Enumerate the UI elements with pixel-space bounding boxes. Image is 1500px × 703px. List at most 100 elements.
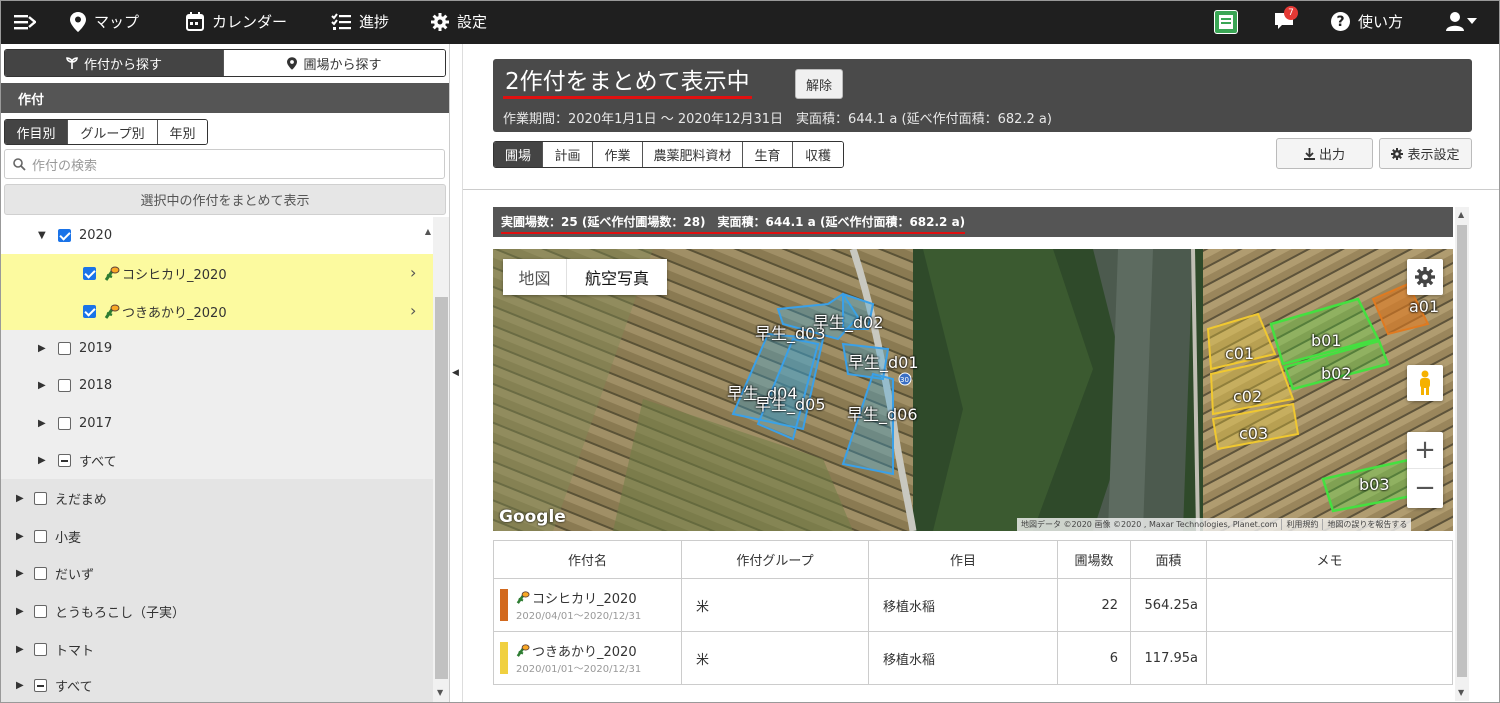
collapsed-triangle-icon[interactable]: ▶ <box>38 380 52 391</box>
download-icon <box>1303 147 1315 160</box>
category-all[interactable]: ▶ すべて <box>0 668 433 703</box>
category-soybean[interactable]: ▶ だいず <box>0 555 433 592</box>
scroll-down-arrow[interactable]: ▼ <box>1458 688 1464 697</box>
year-checkbox[interactable] <box>58 379 71 392</box>
chevron-right-icon[interactable]: › <box>410 263 416 282</box>
search-mode-toggle: 作付から探す 圃場から探す <box>4 49 446 77</box>
left-scrollbar-thumb[interactable] <box>435 297 448 679</box>
column-header: メモ <box>1206 540 1453 579</box>
memo-cell[interactable] <box>1206 631 1453 685</box>
right-scrollbar-thumb[interactable] <box>1457 225 1467 677</box>
scroll-up-arrow[interactable]: ▲ <box>1458 210 1464 219</box>
tree-year-2019[interactable]: ▶ 2019 <box>0 330 433 367</box>
display-settings-button[interactable]: 表示設定 <box>1379 138 1472 169</box>
map-type-satellite[interactable]: 航空写真 <box>567 259 667 295</box>
table-row[interactable]: つきあかり_2020 2020/01/01～2020/12/31 米 移植水稲 … <box>493 631 1453 685</box>
combined-view-header: 2作付をまとめて表示中 解除 作業期間：2020年1月1日 ～ 2020年12月… <box>493 59 1472 132</box>
collapsed-triangle-icon[interactable]: ▶ <box>38 455 52 466</box>
crop-search-field[interactable]: 作付の検索 <box>4 149 445 179</box>
column-header: 作目 <box>868 540 1058 579</box>
tree-year-2017[interactable]: ▶ 2017 <box>0 405 433 442</box>
field-label: c03 <box>1239 424 1269 443</box>
notification-button[interactable]: 7 <box>1274 6 1298 34</box>
category-checkbox[interactable] <box>34 529 47 543</box>
category-wheat[interactable]: ▶ 小麦 <box>0 517 433 555</box>
tab-field[interactable]: 圃場 <box>494 142 543 167</box>
menu-toggle-icon[interactable] <box>14 12 37 36</box>
nav-settings[interactable]: 設定 <box>431 11 487 32</box>
category-checkbox[interactable] <box>34 567 47 580</box>
tree-year-all[interactable]: ▶ すべて <box>0 442 433 479</box>
street-view-pegman[interactable] <box>1407 365 1443 401</box>
user-menu[interactable] <box>1446 11 1477 31</box>
scroll-down-arrow[interactable]: ▼ <box>437 688 443 697</box>
collapsed-triangle-icon[interactable]: ▶ <box>16 680 30 691</box>
crop-item[interactable]: コシヒカリ_2020 › <box>0 254 433 292</box>
tab-work[interactable]: 作業 <box>593 142 643 167</box>
panel-splitter[interactable]: ◀ <box>450 44 463 703</box>
terms-link[interactable]: 利用規約 <box>1281 519 1322 530</box>
nav-progress[interactable]: 進捗 <box>331 11 389 32</box>
crop-color-swatch <box>500 642 508 674</box>
map-type-map[interactable]: 地図 <box>503 259 567 295</box>
zoom-out-button[interactable]: − <box>1407 469 1443 507</box>
filter-tab-by-crop-type[interactable]: 作目別 <box>5 120 68 144</box>
tab-pesticide-fertilizer[interactable]: 農薬肥料資材 <box>643 142 743 167</box>
field-book-icon[interactable] <box>1214 10 1238 34</box>
collapsed-triangle-icon[interactable]: ▶ <box>16 606 30 617</box>
year-checkbox[interactable] <box>58 417 71 430</box>
collapse-left-icon[interactable]: ◀ <box>452 368 459 378</box>
category-edamame[interactable]: ▶ えだまめ <box>0 479 433 517</box>
category-checkbox[interactable] <box>34 642 47 656</box>
filter-tab-by-year[interactable]: 年別 <box>158 120 207 144</box>
filter-tab-by-group[interactable]: グループ別 <box>68 120 158 144</box>
collapsed-triangle-icon[interactable]: ▶ <box>16 531 30 542</box>
period-text: 作業期間：2020年1月1日 ～ 2020年12月31日 実面積：644.1 a… <box>503 112 1052 127</box>
release-button[interactable]: 解除 <box>795 69 843 99</box>
report-error-link[interactable]: 地図の誤りを報告する <box>1322 519 1411 530</box>
search-icon <box>13 157 26 171</box>
tree-year-2020[interactable]: ▼ 2020 ▲ <box>0 217 433 254</box>
collapsed-triangle-icon[interactable]: ▶ <box>38 343 52 354</box>
tree-year-2018[interactable]: ▶ 2018 <box>0 367 433 404</box>
export-button[interactable]: 出力 <box>1276 138 1373 169</box>
tab-growth[interactable]: 生育 <box>743 142 793 167</box>
year-checkbox[interactable] <box>58 342 71 355</box>
collapsed-triangle-icon[interactable]: ▶ <box>16 644 30 655</box>
left-scrollbar[interactable]: ▼ <box>433 217 449 703</box>
crop-dates: 2020/01/01～2020/12/31 <box>516 664 642 675</box>
crop-item[interactable]: つきあかり_2020 › <box>0 292 433 330</box>
crop-checkbox[interactable] <box>83 266 96 280</box>
expanded-triangle-icon[interactable]: ▼ <box>38 230 52 241</box>
all-categories-checkbox[interactable] <box>34 679 47 692</box>
category-checkbox[interactable] <box>34 491 47 505</box>
crop-name-cell[interactable]: つきあかり_2020 2020/01/01～2020/12/31 <box>493 631 682 685</box>
nav-map[interactable]: マップ <box>70 11 139 32</box>
map-settings-button[interactable] <box>1407 259 1443 295</box>
tab-search-by-field[interactable]: 圃場から探す <box>224 50 445 76</box>
collapsed-triangle-icon[interactable]: ▶ <box>16 493 30 504</box>
nav-calendar[interactable]: カレンダー <box>186 11 287 32</box>
table-row[interactable]: コシヒカリ_2020 2020/04/01～2020/12/31 米 移植水稲 … <box>493 578 1453 632</box>
combine-selected-button[interactable]: 選択中の作付をまとめて表示 <box>4 184 446 215</box>
zoom-in-button[interactable]: + <box>1407 432 1443 469</box>
crop-checkbox[interactable] <box>83 304 96 318</box>
collapsed-triangle-icon[interactable]: ▶ <box>16 568 30 579</box>
category-checkbox[interactable] <box>34 604 47 618</box>
year-2020-checkbox[interactable] <box>58 229 71 242</box>
all-years-checkbox[interactable] <box>58 454 71 467</box>
tab-search-by-crop[interactable]: 作付から探す <box>5 50 224 76</box>
nav-help[interactable]: ? 使い方 <box>1331 11 1403 32</box>
category-corn[interactable]: ▶ とうもろこし（子実） <box>0 592 433 630</box>
crop-name-cell[interactable]: コシヒカリ_2020 2020/04/01～2020/12/31 <box>493 578 682 632</box>
field-map[interactable]: 早生_d03 早生_d02 早生_d01 早生_d04 早生_d05 早生_d0… <box>493 249 1453 531</box>
collapsed-triangle-icon[interactable]: ▶ <box>38 418 52 429</box>
memo-cell[interactable] <box>1206 578 1453 632</box>
category-tomato[interactable]: ▶ トマト <box>0 630 433 668</box>
tab-plan[interactable]: 計画 <box>543 142 593 167</box>
scroll-up-arrow[interactable]: ▲ <box>425 227 431 236</box>
right-scrollbar[interactable]: ▲ ▼ <box>1455 207 1469 701</box>
column-header: 圃場数 <box>1057 540 1131 579</box>
tab-harvest[interactable]: 収穫 <box>793 142 843 167</box>
chevron-right-icon[interactable]: › <box>410 301 416 320</box>
